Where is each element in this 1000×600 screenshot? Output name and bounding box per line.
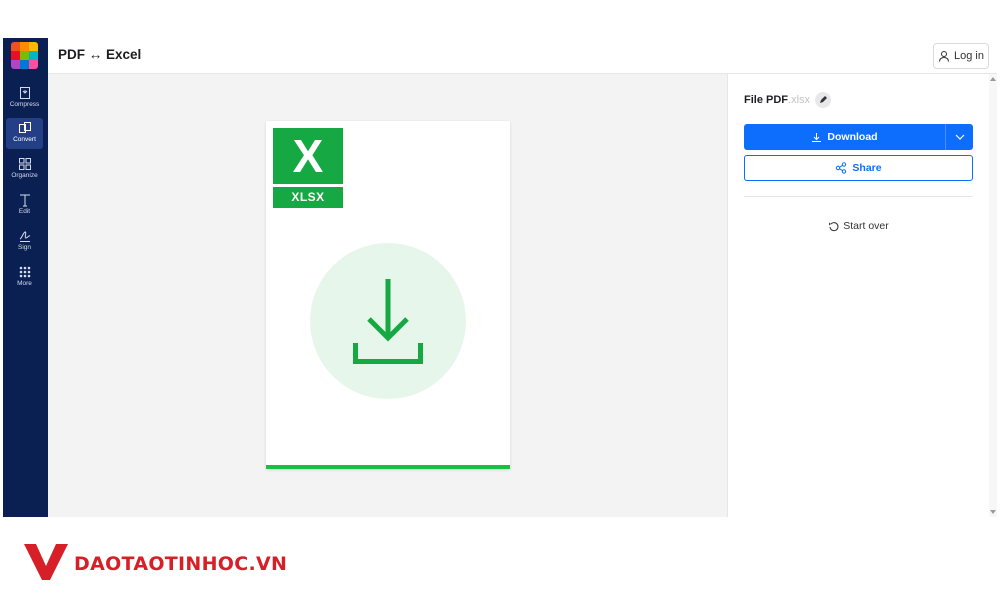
download-label: Download — [827, 131, 878, 143]
share-button[interactable]: Share — [744, 155, 973, 181]
scroll-up-arrow-icon[interactable] — [990, 77, 996, 81]
compress-icon — [19, 87, 30, 99]
start-over-button[interactable]: Start over — [744, 218, 973, 234]
sidebar: Compress Convert Organize Edit Sign More — [3, 38, 48, 517]
start-over-label: Start over — [843, 220, 889, 232]
app-logo[interactable] — [11, 42, 38, 69]
top-bar: PDF ↔ Excel Log in — [48, 38, 997, 74]
more-grid-icon — [19, 266, 30, 278]
panel-scrollbar[interactable] — [989, 74, 997, 517]
organize-icon — [18, 158, 31, 170]
sidebar-item-convert[interactable]: Convert — [6, 118, 43, 149]
download-icon — [353, 279, 423, 364]
brand-logo-icon — [24, 544, 68, 580]
watermark: DAOTAOTINHOC.VN — [22, 542, 287, 582]
download-button[interactable]: Download — [744, 124, 945, 150]
share-icon — [836, 162, 847, 174]
download-area[interactable] — [310, 243, 466, 399]
sidebar-item-compress[interactable]: Compress — [6, 83, 43, 114]
signature-icon — [19, 231, 30, 242]
progress-bar — [266, 465, 510, 469]
sidebar-item-label: Organize — [11, 172, 38, 179]
login-button[interactable]: Log in — [933, 43, 989, 69]
app-window: Compress Convert Organize Edit Sign More — [3, 38, 997, 517]
download-options-button[interactable] — [945, 124, 973, 150]
convert-icon — [18, 122, 31, 133]
preview-canvas: X XLSX — [48, 74, 727, 517]
file-preview-card[interactable]: X XLSX — [266, 121, 510, 469]
edit-text-icon — [19, 194, 30, 207]
file-name-text: File PDF — [744, 94, 789, 106]
user-icon — [939, 51, 949, 62]
scroll-down-arrow-icon[interactable] — [990, 510, 996, 514]
file-type-label: XLSX — [273, 187, 343, 208]
page-title: PDF ↔ Excel — [58, 47, 142, 62]
sidebar-item-edit[interactable]: Edit — [6, 190, 43, 221]
file-extension: .xlsx — [788, 94, 811, 106]
sidebar-item-more[interactable]: More — [6, 262, 43, 293]
login-label: Log in — [954, 50, 984, 62]
sidebar-item-label: Convert — [13, 136, 36, 143]
share-label: Share — [852, 162, 882, 174]
download-small-icon — [812, 132, 822, 142]
restart-icon — [829, 221, 839, 231]
rename-button[interactable] — [815, 92, 832, 108]
sidebar-item-label: Compress — [9, 101, 40, 108]
pencil-icon — [820, 96, 828, 103]
sidebar-item-label: Sign — [17, 244, 31, 251]
divider — [744, 196, 973, 197]
sidebar-item-sign[interactable]: Sign — [6, 226, 43, 257]
sidebar-item-organize[interactable]: Organize — [6, 154, 43, 185]
watermark-text: DAOTAOTINHOC.VN — [74, 553, 288, 575]
sidebar-item-label: More — [17, 280, 32, 287]
excel-badge-icon: X — [273, 128, 343, 184]
file-name: File PDF .xlsx — [744, 92, 832, 108]
chevron-down-icon — [955, 134, 964, 140]
sidebar-item-label: Edit — [18, 208, 31, 215]
right-panel: File PDF .xlsx Download Share Start over — [727, 74, 989, 517]
